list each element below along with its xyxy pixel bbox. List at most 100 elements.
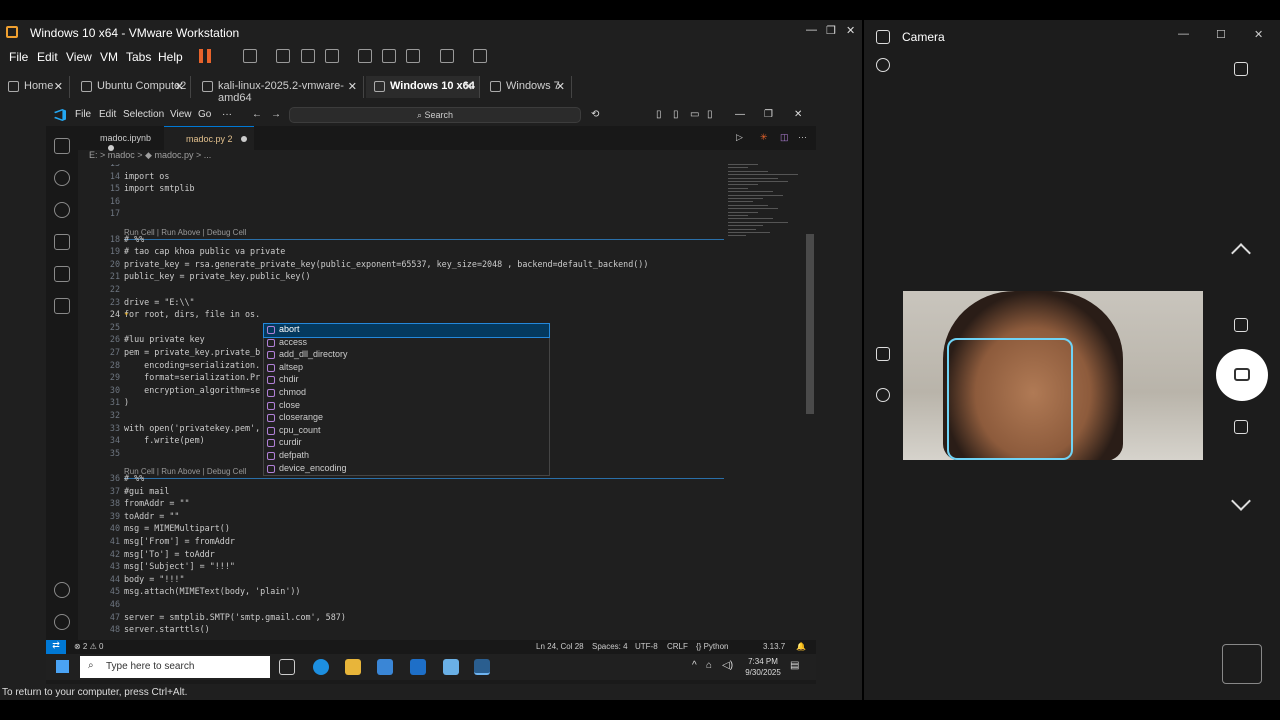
code-line[interactable]: server.starttls() bbox=[124, 624, 210, 634]
code-line[interactable]: #gui mail bbox=[124, 486, 169, 496]
run-debug-icon[interactable] bbox=[54, 234, 70, 250]
suggestion-item[interactable]: close bbox=[264, 400, 549, 413]
vertical-scrollbar[interactable] bbox=[806, 234, 814, 414]
suggestion-item[interactable]: device_encoding bbox=[264, 463, 549, 476]
network-icon[interactable]: ⌂ bbox=[706, 660, 712, 671]
vsc-menu-view[interactable]: View bbox=[170, 109, 192, 120]
tab-madoc-ipynb[interactable]: madoc.ipynb bbox=[78, 126, 164, 151]
debug-icon[interactable]: ✳ bbox=[760, 132, 768, 143]
code-line[interactable]: msg['Subject'] = "!!!" bbox=[124, 561, 235, 571]
revert-snapshot-icon[interactable] bbox=[301, 49, 315, 63]
task-view-icon[interactable] bbox=[279, 659, 295, 675]
vsc-menu-selection[interactable]: Selection bbox=[123, 109, 164, 120]
eol-status[interactable]: CRLF bbox=[667, 642, 688, 651]
tray-chevron-icon[interactable]: ^ bbox=[692, 660, 697, 671]
close-icon[interactable]: ✕ bbox=[846, 24, 855, 37]
taskbar-clock[interactable]: 7:34 PM 9/30/2025 bbox=[738, 656, 788, 678]
search-icon[interactable] bbox=[54, 170, 70, 186]
notification-center-icon[interactable]: ▤ bbox=[790, 660, 799, 671]
start-icon[interactable] bbox=[56, 660, 69, 673]
indentation-status[interactable]: Spaces: 4 bbox=[592, 642, 628, 651]
remote-icon[interactable]: ⇄ bbox=[46, 640, 66, 654]
code-line[interactable]: body = "!!!" bbox=[124, 574, 185, 584]
testing-icon[interactable] bbox=[54, 298, 70, 314]
code-line[interactable]: # %% bbox=[124, 473, 144, 483]
outlook-icon[interactable] bbox=[410, 659, 426, 675]
toggle-secondary-sidebar-icon[interactable]: ▯ bbox=[707, 109, 713, 120]
thumbnail-icon[interactable] bbox=[382, 49, 396, 63]
split-editor-icon[interactable]: ◫ bbox=[780, 132, 789, 143]
tab-madoc-py[interactable]: madoc.py 2 bbox=[164, 126, 254, 150]
explorer-icon[interactable] bbox=[54, 138, 70, 154]
vm-tab-kali[interactable]: kali-linux-2025.2-vmware-amd64 ✕ bbox=[194, 76, 364, 104]
file-explorer-icon[interactable] bbox=[345, 659, 361, 675]
close-icon[interactable]: ✕ bbox=[794, 109, 802, 120]
suggestion-item[interactable]: cpu_count bbox=[264, 425, 549, 438]
toggle-panel-icon[interactable]: ▭ bbox=[690, 109, 699, 120]
vm-tab-windows7[interactable]: Windows 7 ✕ bbox=[482, 76, 572, 98]
close-tab-icon[interactable]: ✕ bbox=[54, 80, 63, 93]
vsc-menu-more[interactable]: ··· bbox=[222, 109, 232, 120]
qr-scan-icon[interactable] bbox=[1234, 420, 1248, 434]
copilot-icon[interactable]: ⟲ bbox=[591, 109, 599, 120]
account-icon[interactable] bbox=[54, 582, 70, 598]
vm-tab-home[interactable]: Home ✕ bbox=[0, 76, 70, 98]
console-icon[interactable] bbox=[440, 49, 454, 63]
volume-icon[interactable]: ◁) bbox=[722, 660, 733, 671]
code-line[interactable]: server = smtplib.SMTP('smtp.gmail.com', … bbox=[124, 612, 346, 622]
more-actions-icon[interactable]: ··· bbox=[798, 132, 807, 142]
stretch-icon[interactable] bbox=[473, 49, 487, 63]
code-line[interactable]: f.write(pem) bbox=[124, 435, 205, 445]
video-mode-icon[interactable] bbox=[1234, 318, 1248, 332]
minimize-icon[interactable]: — bbox=[1178, 28, 1189, 40]
gallery-thumbnail[interactable] bbox=[1222, 644, 1262, 684]
close-tab-icon[interactable]: ✕ bbox=[556, 80, 565, 93]
menu-edit[interactable]: Edit bbox=[37, 50, 58, 64]
run-icon[interactable]: ▷ bbox=[736, 132, 743, 143]
breadcrumb[interactable]: E: > madoc > ◆ madoc.py > ... bbox=[78, 150, 816, 164]
vm-tab-windows10[interactable]: Windows 10 x64 ✕ bbox=[366, 76, 480, 98]
close-tab-icon[interactable]: ✕ bbox=[348, 80, 357, 93]
source-control-icon[interactable] bbox=[54, 202, 70, 218]
language-status[interactable]: {} Python bbox=[696, 642, 728, 651]
code-line[interactable]: for root, dirs, file in os. bbox=[124, 309, 260, 319]
suggestion-item[interactable]: curdir bbox=[264, 437, 549, 450]
layout-icon[interactable]: ▯ bbox=[656, 109, 662, 120]
suggestion-item[interactable]: defpath bbox=[264, 450, 549, 463]
code-line[interactable]: msg['From'] = fromAddr bbox=[124, 536, 235, 546]
restore-icon[interactable]: ❐ bbox=[764, 109, 773, 120]
code-line[interactable]: msg.attach(MIMEText(body, 'plain')) bbox=[124, 586, 300, 596]
extensions-icon[interactable] bbox=[54, 266, 70, 282]
notifications-icon[interactable]: 🔔 bbox=[796, 642, 806, 651]
vsc-menu-edit[interactable]: Edit bbox=[99, 109, 116, 120]
vsc-menu-go[interactable]: Go bbox=[198, 109, 211, 120]
code-line[interactable]: encryption_algorithm=se bbox=[124, 385, 260, 395]
library-icon[interactable] bbox=[358, 49, 372, 63]
close-icon[interactable]: ✕ bbox=[1254, 28, 1263, 41]
timer-off-icon[interactable] bbox=[876, 388, 890, 402]
code-line[interactable]: msg['To'] = toAddr bbox=[124, 549, 215, 559]
minimap[interactable] bbox=[728, 164, 808, 244]
minimize-icon[interactable]: — bbox=[735, 109, 745, 120]
code-line[interactable]: #luu private key bbox=[124, 334, 205, 344]
code-line[interactable]: with open('privatekey.pem', bbox=[124, 423, 260, 433]
cursor-position[interactable]: Ln 24, Col 28 bbox=[536, 642, 584, 651]
vscode-taskbar-icon[interactable] bbox=[474, 659, 490, 675]
code-line[interactable]: private_key = rsa.generate_private_key(p… bbox=[124, 259, 648, 269]
code-line[interactable]: import os bbox=[124, 171, 169, 181]
code-line[interactable]: public_key = private_key.public_key() bbox=[124, 271, 311, 281]
taskbar-search[interactable]: ⌕ Type here to search bbox=[80, 656, 270, 678]
vsc-menu-file[interactable]: File bbox=[75, 109, 91, 120]
send-keys-icon[interactable] bbox=[243, 49, 257, 63]
menu-vm[interactable]: VM bbox=[100, 50, 118, 64]
code-line[interactable]: # tao cap khoa public va private bbox=[124, 246, 285, 256]
maximize-icon[interactable]: ☐ bbox=[1216, 28, 1226, 41]
close-tab-icon[interactable]: ✕ bbox=[175, 80, 184, 93]
snapshot-manager-icon[interactable] bbox=[325, 49, 339, 63]
snapshot-icon[interactable] bbox=[276, 49, 290, 63]
command-search[interactable]: ⌕ Search bbox=[289, 107, 581, 123]
chevron-up-icon[interactable] bbox=[1231, 243, 1251, 263]
vm-tab-ubuntu[interactable]: Ubuntu Compute2 ✕ bbox=[73, 76, 191, 98]
python-version-status[interactable]: 3.13.7 bbox=[763, 642, 785, 651]
code-line[interactable]: encoding=serialization. bbox=[124, 360, 260, 370]
